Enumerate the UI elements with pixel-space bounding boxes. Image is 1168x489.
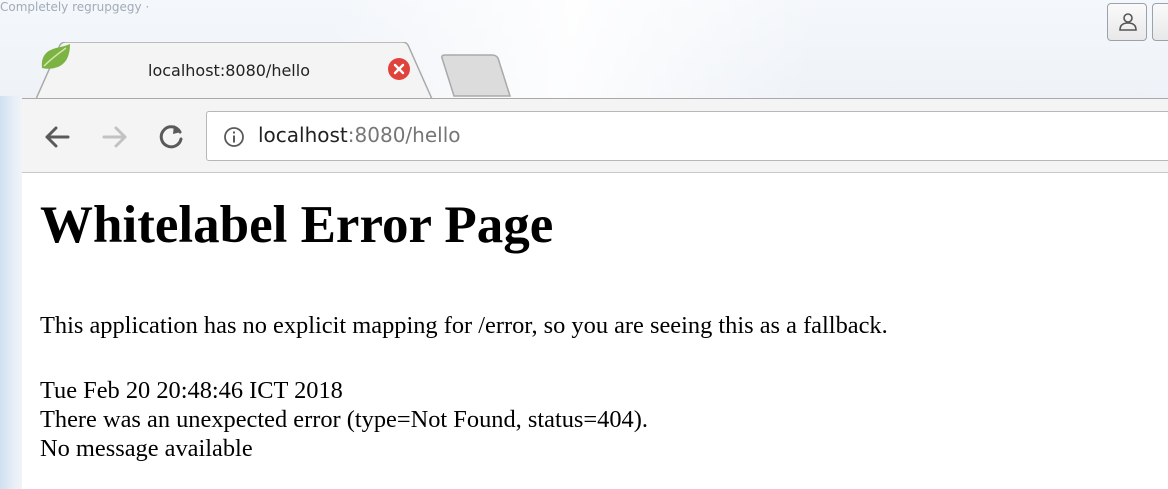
- timestamp-text: Tue Feb 20 20:48:46 ICT 2018: [40, 377, 343, 404]
- reload-icon[interactable]: [156, 122, 186, 152]
- tab-localhost-hello[interactable]: localhost:8080/hello: [36, 42, 434, 100]
- url-host: localhost: [258, 123, 348, 147]
- page-heading: Whitelabel Error Page: [40, 196, 554, 254]
- intro-text: This application has no explicit mapping…: [40, 312, 888, 339]
- tab-title: localhost:8080/hello: [148, 61, 310, 80]
- tab-close-button[interactable]: [388, 58, 410, 80]
- cropped-top-text: Completely regrupgegy ·: [0, 0, 150, 14]
- info-icon[interactable]: [223, 126, 245, 148]
- url-path: :8080/hello: [347, 123, 461, 147]
- close-icon: [393, 63, 405, 75]
- message-text: No message available: [40, 435, 253, 462]
- profile-button[interactable]: [1107, 3, 1147, 41]
- spring-leaf-icon: [41, 44, 70, 69]
- window-control-button[interactable]: [1152, 3, 1168, 41]
- address-url[interactable]: localhost:8080/hello: [258, 122, 461, 148]
- back-arrow-icon[interactable]: [42, 122, 72, 152]
- person-icon: [1119, 13, 1137, 31]
- window-left-border: [0, 96, 22, 489]
- forward-arrow-icon[interactable]: [100, 122, 130, 152]
- new-tab-button[interactable]: [440, 54, 512, 98]
- error-details-text: There was an unexpected error (type=Not …: [40, 406, 648, 433]
